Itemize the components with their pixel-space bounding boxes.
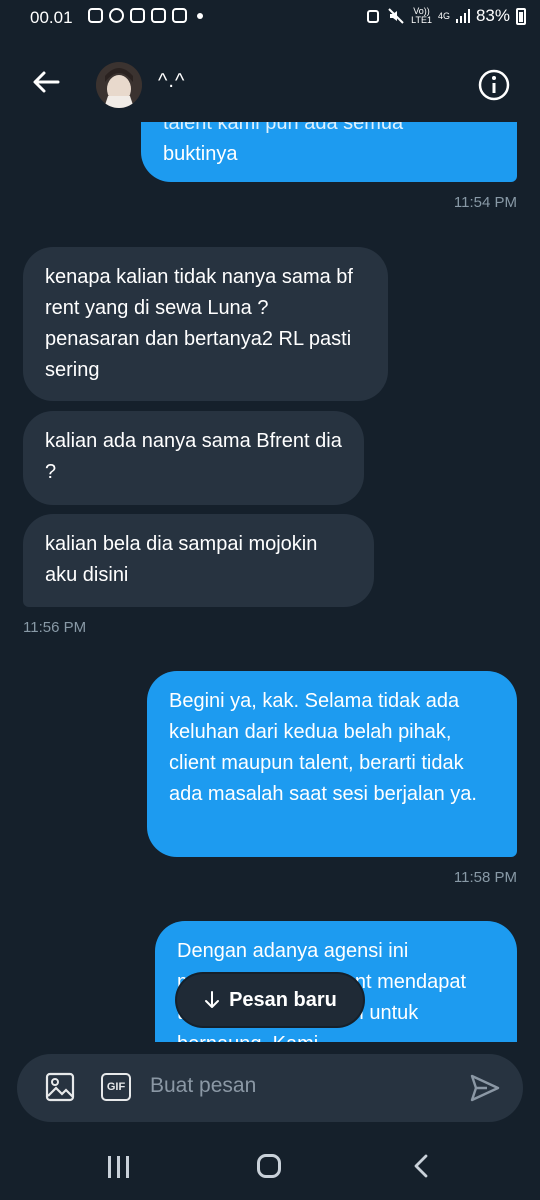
gif-button[interactable]: GIF [101, 1073, 131, 1101]
contact-name[interactable]: ^.^ [158, 70, 185, 93]
notification-app-icon [88, 8, 103, 23]
more-notifications-dot-icon [197, 12, 203, 19]
message-bubble-outgoing[interactable]: talent kami pun ada semua buktinya [141, 122, 517, 182]
message-bubble-incoming[interactable]: kenapa kalian tidak nanya sama bf rent y… [23, 247, 388, 401]
arrow-down-icon [205, 991, 220, 1008]
instagram-icon [172, 8, 187, 23]
battery-percent: 83% [475, 6, 510, 25]
battery-icon [516, 7, 526, 25]
message-list[interactable]: talent kami pun ada semua buktinya 11:54… [0, 122, 540, 1042]
telegram-icon [109, 8, 124, 23]
arrow-left-icon[interactable] [30, 66, 62, 98]
data-type: 4G [437, 10, 450, 21]
message-text: kenapa kalian tidak nanya sama bf rent y… [45, 266, 353, 381]
message-bubble-incoming[interactable]: kalian ada nanya sama Bfrent dia ? [23, 411, 364, 505]
avatar[interactable] [96, 62, 142, 108]
mute-icon [388, 8, 404, 24]
status-right: Vo)) LTE1 4G 83% [365, 6, 526, 26]
status-bar: 00.01 Vo)) LTE1 4G 83% [0, 0, 540, 36]
instagram-icon [130, 8, 145, 23]
system-navigation-bar [0, 1140, 540, 1200]
home-icon[interactable] [257, 1154, 281, 1178]
alarm-icon [367, 10, 380, 23]
info-circle-icon[interactable] [478, 69, 510, 101]
notification-icons [88, 8, 203, 23]
message-bubble-incoming[interactable]: kalian bela dia sampai mojokin aku disin… [23, 514, 374, 607]
volte-indicator: Vo)) LTE1 [411, 7, 432, 25]
message-composer: GIF Buat pesan [17, 1054, 523, 1122]
message-text: kalian bela dia sampai mojokin aku disin… [45, 533, 318, 586]
recent-apps-icon[interactable] [108, 1156, 129, 1178]
send-icon[interactable] [469, 1072, 501, 1104]
conversation-header: ^.^ [0, 50, 540, 122]
status-time: 00.01 [30, 8, 73, 27]
timestamp: 11:58 PM [453, 869, 517, 886]
image-icon[interactable] [45, 1072, 75, 1102]
new-messages-label: Pesan baru [229, 988, 337, 1011]
signal-icon [455, 9, 470, 23]
new-messages-button[interactable]: Pesan baru [177, 974, 363, 1026]
lte-label: LTE1 [411, 15, 432, 25]
message-text: talent kami pun ada semua [163, 122, 404, 134]
message-text: Begini ya, kak. Selama tidak ada keluhan… [169, 690, 477, 805]
message-text: buktinya [163, 143, 238, 165]
message-text: kalian ada nanya sama Bfrent dia ? [45, 430, 342, 483]
instagram-icon [151, 8, 166, 23]
message-bubble-outgoing[interactable]: Begini ya, kak. Selama tidak ada keluhan… [147, 671, 517, 857]
timestamp: 11:56 PM [23, 619, 87, 636]
timestamp: 11:54 PM [453, 194, 517, 211]
avatar-image [96, 62, 142, 108]
message-input[interactable]: Buat pesan [150, 1074, 256, 1098]
back-icon[interactable] [410, 1154, 434, 1178]
